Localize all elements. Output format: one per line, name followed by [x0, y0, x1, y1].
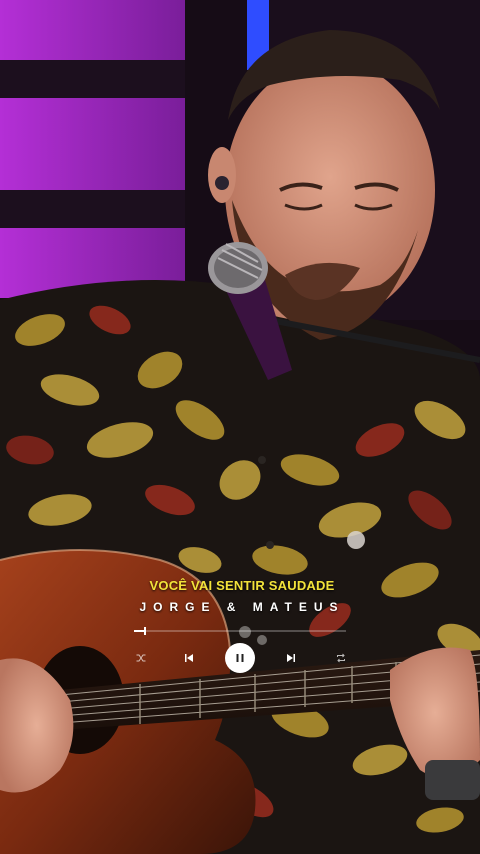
play-pause-button[interactable] — [224, 642, 256, 674]
song-title: VOCÊ VAI SENTIR SAUDADE — [149, 578, 335, 593]
artist-name: JORGE & MATEUS — [139, 600, 345, 614]
skip-next-icon — [287, 654, 295, 662]
shuffle-icon — [136, 654, 146, 662]
repeat-button[interactable] — [328, 642, 354, 674]
skip-previous-icon — [185, 654, 193, 662]
progress-bar[interactable] — [134, 627, 346, 635]
performance-video-background — [0, 0, 480, 854]
shuffle-button[interactable] — [128, 642, 154, 674]
previous-button[interactable] — [176, 642, 202, 674]
playback-controls — [128, 642, 354, 674]
video-frame: VOCÊ VAI SENTIR SAUDADE JORGE & MATEUS — [0, 0, 480, 854]
play-pause-circle — [225, 643, 255, 673]
music-player-overlay: VOCÊ VAI SENTIR SAUDADE JORGE & MATEUS — [0, 570, 480, 680]
repeat-icon — [337, 653, 345, 663]
next-button[interactable] — [278, 642, 304, 674]
progress-knob[interactable] — [143, 627, 146, 635]
pause-icon — [236, 654, 244, 662]
